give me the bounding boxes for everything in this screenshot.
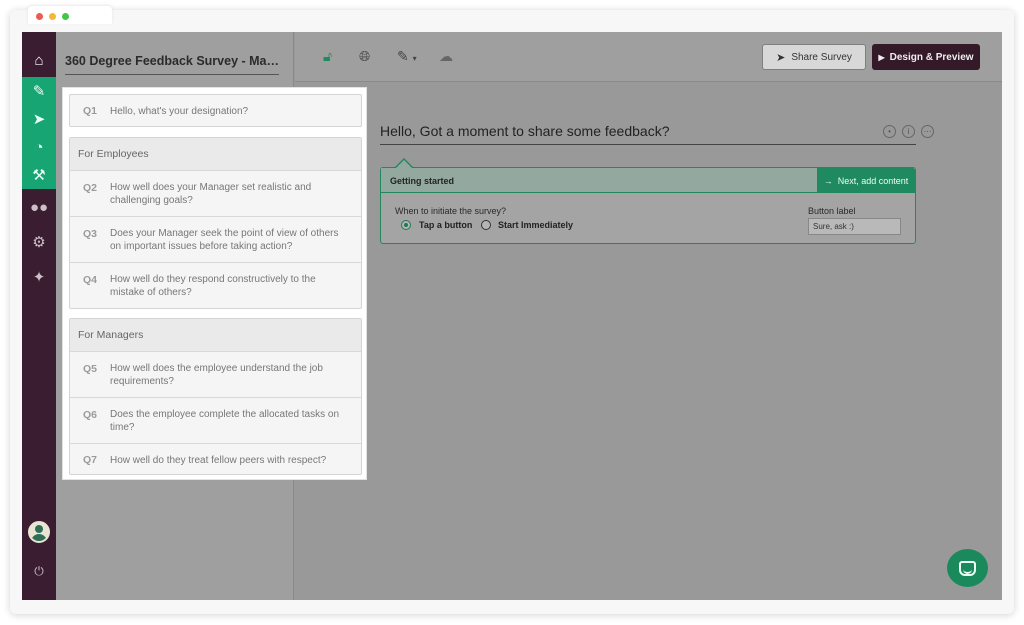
- group-heading-managers[interactable]: For Managers: [70, 319, 361, 351]
- question-row-q2[interactable]: Q2 How well does your Manager set realis…: [70, 170, 361, 216]
- start-immediately-label[interactable]: Start Immediately: [498, 220, 573, 230]
- edit-dropdown-icon[interactable]: ✎ ▾: [397, 48, 417, 65]
- globe-icon[interactable]: 🌐︎: [359, 48, 370, 65]
- question-group-managers: For Managers Q5 How well does the employ…: [69, 318, 362, 475]
- question-number: Q1: [83, 105, 98, 117]
- question-number: Q6: [83, 409, 98, 421]
- question-text: How well do they respond constructively …: [110, 274, 316, 298]
- avatar-head: [35, 525, 43, 533]
- avatar[interactable]: [28, 521, 50, 543]
- cloud-upload-icon[interactable]: ☁: [439, 48, 453, 65]
- question-list-panel: Q1 Hello, what's your designation? For E…: [62, 87, 367, 480]
- minimize-window-dot[interactable]: [49, 13, 56, 20]
- more-icon[interactable]: ⋯: [921, 125, 934, 138]
- design-preview-button[interactable]: ▶ Design & Preview: [872, 44, 980, 70]
- question-row-q7[interactable]: Q7 How well do they treat fellow peers w…: [70, 443, 361, 474]
- question-group-employees: For Employees Q2 How well does your Mana…: [69, 137, 362, 309]
- group-heading-employees[interactable]: For Employees: [70, 138, 361, 170]
- getting-started-panel: Getting started → Next, add content When…: [380, 167, 916, 244]
- maximize-window-dot[interactable]: [62, 13, 69, 20]
- chat-button[interactable]: [947, 549, 988, 587]
- question-text: Does the employee complete the allocated…: [110, 409, 340, 433]
- toolbar: 🔓︎ 🌐︎ ✎ ▾ ☁ ➤ Share Survey ▶ Design & Pr…: [295, 32, 1002, 82]
- when-to-initiate-label: When to initiate the survey?: [395, 206, 507, 216]
- button-label-caption: Button label: [808, 206, 856, 216]
- avatar-body: [31, 534, 47, 541]
- power-icon[interactable]: ⏻: [22, 561, 56, 581]
- tap-a-button-radio[interactable]: [401, 220, 411, 230]
- arrow-right-icon: →: [823, 175, 833, 186]
- wand-icon[interactable]: ✦: [22, 263, 56, 291]
- welcome-underline: [380, 144, 916, 145]
- share-survey-button[interactable]: ➤ Share Survey: [762, 44, 866, 70]
- editor-canvas: Hello, Got a moment to share some feedba…: [295, 83, 1002, 600]
- getting-started-header: Getting started → Next, add content: [381, 168, 915, 193]
- home-icon[interactable]: ⌂: [22, 46, 56, 74]
- emoji-icon[interactable]: •: [883, 125, 896, 138]
- next-add-content-label: Next, add content: [837, 175, 909, 186]
- users-icon[interactable]: ●●: [22, 193, 56, 221]
- question-text: How well does your Manager set realistic…: [110, 182, 312, 206]
- design-preview-label: Design & Preview: [889, 51, 974, 63]
- question-text: Hello, what's your designation?: [110, 106, 249, 117]
- question-text: Does your Manager seek the point of view…: [110, 228, 339, 252]
- question-text: How well does the employee understand th…: [110, 363, 323, 387]
- pencil-icon[interactable]: ✎: [22, 77, 56, 105]
- sidebar: ⌂ ✎ ➤ ◔ ⚒ ●● ⚙ ✦ ⏻: [22, 32, 56, 600]
- lock-icon[interactable]: 🔓︎: [323, 48, 332, 65]
- tap-a-button-label[interactable]: Tap a button: [419, 220, 472, 230]
- start-immediately-radio[interactable]: [481, 220, 491, 230]
- getting-started-title: Getting started: [390, 176, 455, 186]
- gear-icon[interactable]: ⚙: [22, 228, 56, 256]
- question-number: Q7: [83, 454, 98, 466]
- wrench-icon[interactable]: ⚒: [22, 161, 56, 189]
- question-card-q1[interactable]: Q1 Hello, what's your designation?: [69, 94, 362, 127]
- welcome-title[interactable]: Hello, Got a moment to share some feedba…: [380, 123, 669, 139]
- send-icon[interactable]: ➤: [22, 105, 56, 133]
- question-number: Q5: [83, 363, 98, 375]
- question-row-q3[interactable]: Q3 Does your Manager seek the point of v…: [70, 216, 361, 262]
- play-icon: ▶: [878, 52, 885, 62]
- question-number: Q2: [83, 182, 98, 194]
- question-text: How well do they treat fellow peers with…: [110, 455, 327, 466]
- survey-title[interactable]: 360 Degree Feedback Survey - Man...: [65, 54, 279, 75]
- question-row-q6[interactable]: Q6 Does the employee complete the alloca…: [70, 397, 361, 443]
- next-add-content-button[interactable]: → Next, add content: [817, 168, 915, 193]
- question-row-q5[interactable]: Q5 How well does the employee understand…: [70, 351, 361, 397]
- chart-icon[interactable]: ◔: [22, 133, 56, 161]
- question-number: Q3: [83, 228, 98, 240]
- info-icon[interactable]: i: [902, 125, 915, 138]
- panel-caret-inner: [396, 160, 412, 168]
- button-label-input[interactable]: [808, 218, 901, 235]
- question-row-q4[interactable]: Q4 How well do they respond constructive…: [70, 262, 361, 308]
- close-window-dot[interactable]: [36, 13, 43, 20]
- chat-icon: [959, 560, 976, 576]
- question-number: Q4: [83, 274, 98, 286]
- send-icon: ➤: [776, 51, 786, 64]
- share-survey-label: Share Survey: [791, 51, 852, 63]
